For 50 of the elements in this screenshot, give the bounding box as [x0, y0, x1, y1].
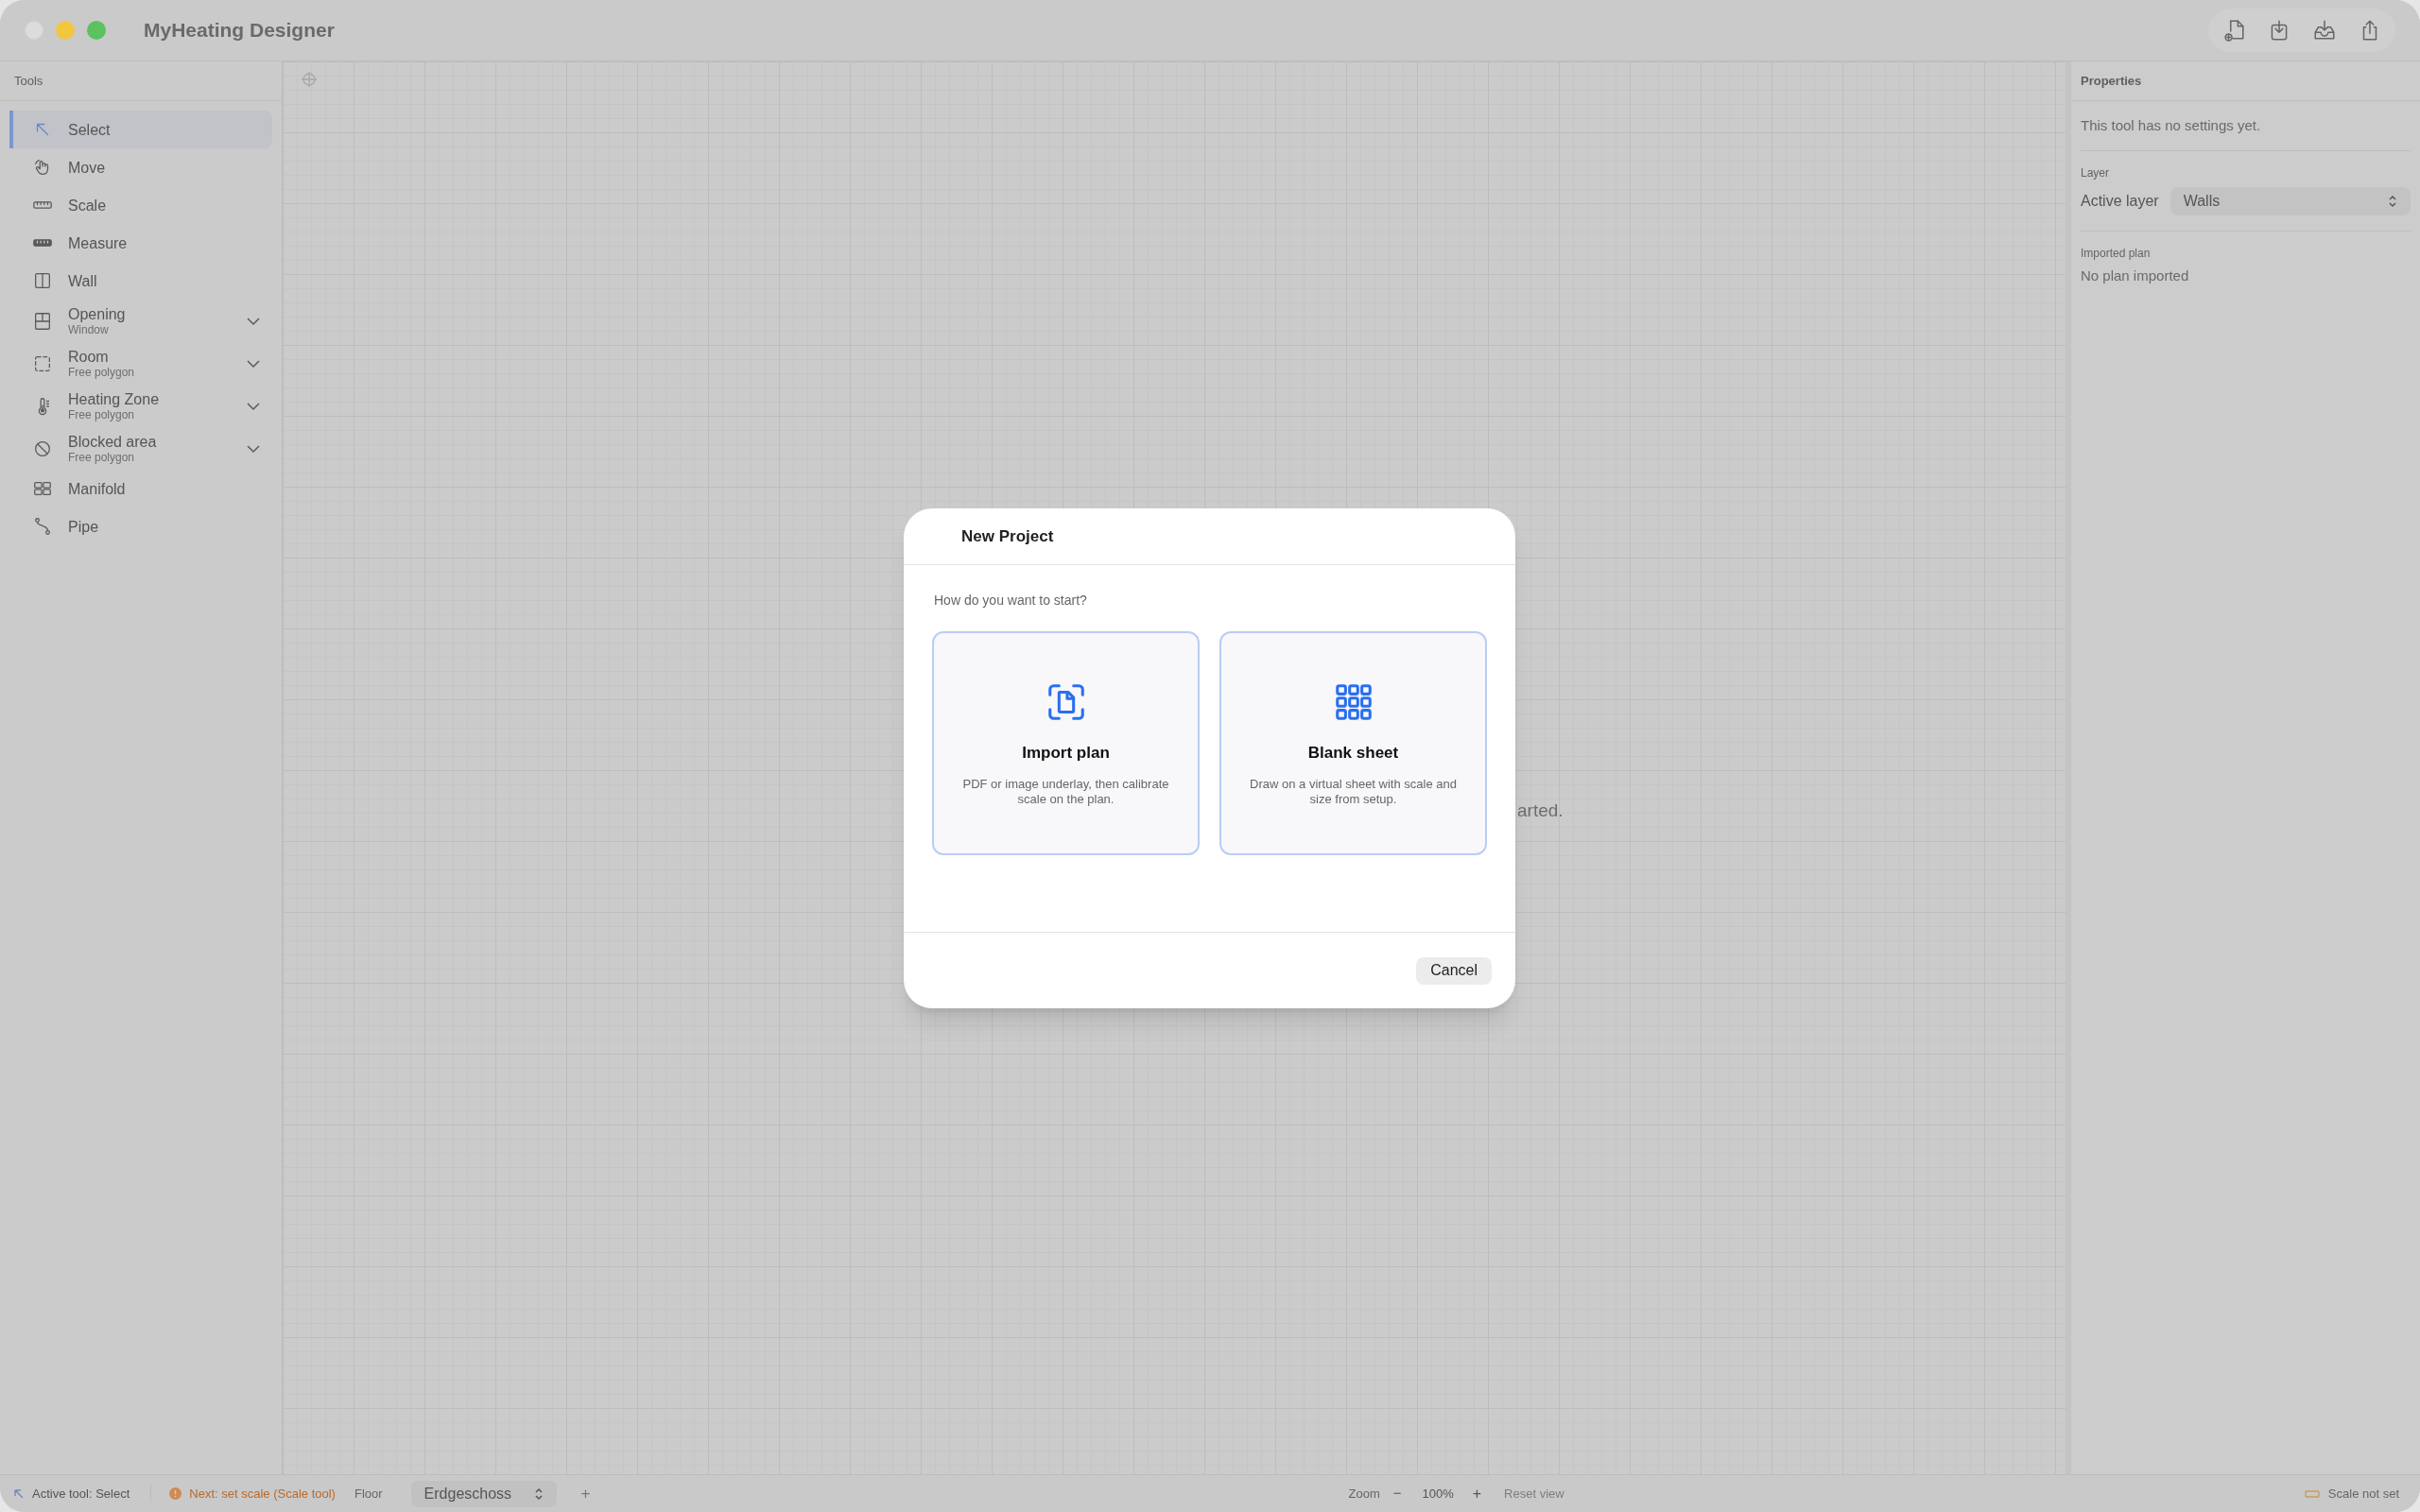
layer-select[interactable]: Walls [2169, 187, 2411, 215]
document-plus-icon [2221, 18, 2246, 43]
zoom-label: Zoom [1348, 1485, 1380, 1503]
tool-item[interactable]: Pipe [9, 507, 272, 545]
warning-icon [169, 1487, 182, 1500]
imported-plan-status: No plan imported [2081, 266, 2190, 285]
tool-item[interactable]: Blocked area Free polygon [9, 427, 272, 470]
panel-title: Properties [2081, 72, 2142, 90]
scale-status: Scale not set [2327, 1485, 2399, 1503]
canvas-hint: arted. [1517, 799, 1564, 822]
section-label: Imported plan [2081, 246, 2152, 262]
field-label: Floor [354, 1485, 383, 1503]
dialog-prompt: How do you want to start? [933, 592, 1088, 610]
window-icon [32, 310, 53, 332]
properties-note: This tool has no settings yet. [2081, 117, 2261, 133]
tool-item[interactable]: Measure [9, 224, 272, 262]
cancel-button[interactable]: Cancel [1416, 956, 1492, 985]
ruler-icon [2304, 1488, 2320, 1499]
chevron-down-icon [246, 443, 261, 454]
arrow-icon [13, 1487, 25, 1500]
floor-select[interactable]: Erdgeschoss [410, 1480, 557, 1507]
section-label: Layer [2081, 165, 2111, 181]
window-title: MyHeating Designer [144, 18, 335, 43]
add-floor-button[interactable]: + [580, 1481, 591, 1506]
tool-item[interactable]: Heating Zone Free polygon [9, 385, 272, 427]
crosshair-icon [301, 71, 318, 88]
chevron-down-icon [246, 401, 261, 411]
field-label: Active layer [2081, 192, 2159, 211]
zoom-value: 100% [1422, 1485, 1454, 1503]
chevron-down-icon [246, 316, 261, 326]
next-step-hint: Next: set scale (Scale tool) [189, 1485, 336, 1503]
tool-item[interactable]: Manifold [9, 470, 272, 507]
zoom-in-button[interactable]: + [1472, 1482, 1482, 1505]
tool-item[interactable]: Scale [9, 186, 272, 224]
zoom-out-button[interactable]: − [1392, 1483, 1402, 1504]
chevron-down-icon [246, 358, 261, 369]
tool-item[interactable]: Room Free polygon [9, 342, 272, 385]
tool-item[interactable]: Wall [9, 262, 272, 300]
start-option-card[interactable]: Import plan PDF or image underlay, then calibrate scale on the plan. [932, 631, 1200, 855]
tool-item[interactable]: Opening Window [9, 300, 272, 342]
updown-chevron-icon [2388, 195, 2397, 208]
updown-chevron-icon [533, 1486, 544, 1501]
tool-item[interactable]: Move [9, 148, 272, 186]
dialog-title: New Project [961, 525, 1054, 547]
tool-item[interactable]: Select [9, 111, 272, 148]
split-square-icon [32, 270, 53, 291]
start-option-card[interactable]: Blank sheet Draw on a virtual sheet with scale and size from setup. [1219, 631, 1487, 855]
panel-title: Tools [14, 72, 43, 90]
pipe-icon [32, 516, 53, 537]
active-tool-status: Active tool: Select [32, 1485, 130, 1503]
